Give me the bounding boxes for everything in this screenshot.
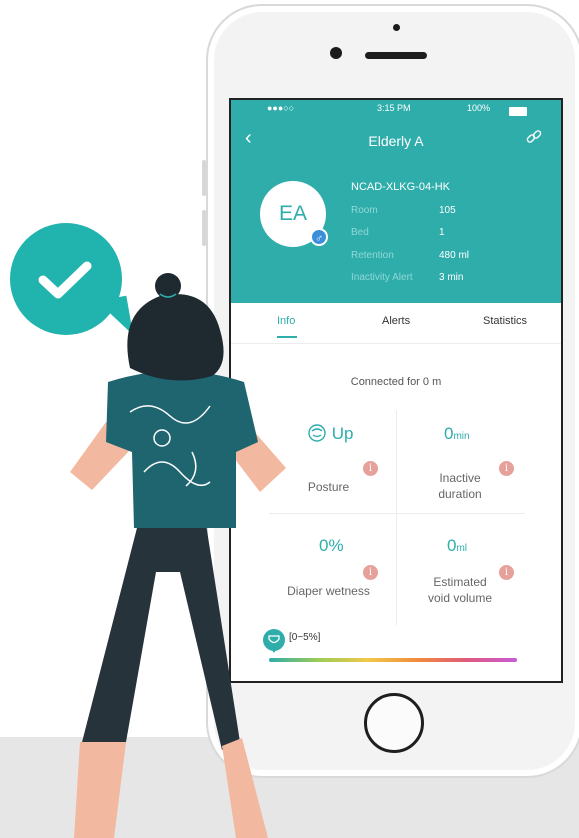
- tab-statistics[interactable]: Statistics: [483, 315, 527, 327]
- info-value: 3 min: [439, 272, 464, 283]
- info-value: 480 ml: [439, 250, 470, 261]
- home-button[interactable]: [364, 693, 424, 753]
- divider-vertical: [396, 410, 397, 625]
- void-label: Estimated void volume: [401, 574, 519, 606]
- wetness-value-group: 0%: [319, 536, 344, 556]
- info-label: Room: [351, 205, 378, 216]
- info-label: Bed: [351, 227, 369, 238]
- status-time: 3:15 PM: [377, 103, 411, 113]
- tab-alerts[interactable]: Alerts: [382, 315, 410, 327]
- info-value: 1: [439, 227, 445, 238]
- battery-percent: 100%: [467, 103, 491, 113]
- info-value: 105: [439, 205, 456, 216]
- signal-indicator: ●●●○○: [267, 103, 295, 113]
- phone-side-button: [202, 210, 206, 246]
- divider-horizontal: [269, 513, 525, 514]
- phone-speaker: [365, 52, 427, 59]
- link-icon[interactable]: [525, 128, 543, 151]
- inactive-label-line: duration: [438, 487, 482, 501]
- void-unit: ml: [456, 543, 468, 554]
- info-row-bed: Bed 1: [351, 227, 445, 238]
- phone-camera: [330, 47, 342, 59]
- wetness-scale-bar: [269, 658, 517, 662]
- status-bar: ●●●○○ 3:15 PM 100%: [231, 103, 561, 117]
- inactive-unit: min: [453, 431, 470, 442]
- inactive-label-line: Inactive: [439, 471, 481, 485]
- woman-illustration: [70, 273, 286, 838]
- device-id: NCAD-XLKG-04-HK: [351, 181, 451, 193]
- wetness-value: 0%: [319, 536, 344, 555]
- info-row-retention: Retention 480 ml: [351, 250, 469, 261]
- phone-sensor: [393, 24, 400, 31]
- info-row-room: Room 105: [351, 205, 456, 216]
- info-label: Retention: [351, 250, 394, 261]
- posture-info-icon[interactable]: i: [363, 461, 378, 476]
- male-gender-icon: ♂: [310, 228, 328, 246]
- inactive-label: Inactive duration: [401, 470, 519, 502]
- void-value-group: 0ml: [447, 536, 467, 556]
- posture-face-icon: [308, 424, 326, 442]
- wetness-info-icon[interactable]: i: [363, 565, 378, 580]
- page-title: Elderly A: [368, 133, 424, 149]
- posture-value-group: Up: [307, 424, 353, 444]
- phone-side-button: [202, 160, 206, 196]
- info-label: Inactivity Alert: [351, 272, 413, 283]
- posture-value: Up: [331, 424, 354, 443]
- info-row-inactivity-alert: Inactivity Alert 3 min: [351, 272, 463, 283]
- inactive-value-group: 0min: [444, 424, 470, 444]
- void-label-line: Estimated: [433, 575, 487, 589]
- void-label-line: void volume: [427, 591, 493, 605]
- battery-icon: [509, 107, 527, 116]
